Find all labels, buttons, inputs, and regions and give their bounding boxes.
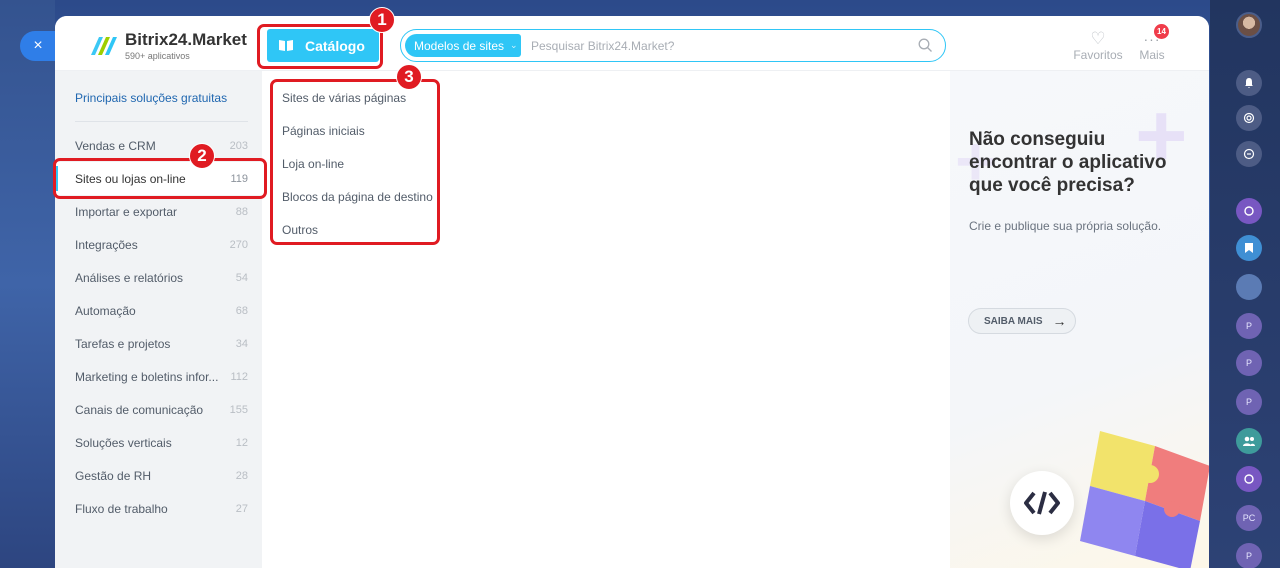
- category-sidebar: Principais soluções gratuitas Vendas e C…: [55, 71, 262, 568]
- background-left: [0, 0, 55, 568]
- sidebar-item-hr[interactable]: Gestão de RH 28: [55, 459, 262, 492]
- annotation-box-submenu: [270, 79, 440, 245]
- favorites-button[interactable]: ♡ Favoritos: [1073, 29, 1123, 63]
- sidebar-item-integrations[interactable]: Integrações 270: [55, 228, 262, 261]
- search-select-label: Modelos de sites: [414, 38, 505, 53]
- sidebar-item-channels[interactable]: Canais de comunicação 155: [55, 393, 262, 426]
- free-solutions-link[interactable]: Principais soluções gratuitas: [75, 91, 227, 105]
- sidebar-item-label: Marketing e boletins infor...: [75, 369, 219, 384]
- right-rail: P P P PC P: [1210, 0, 1280, 568]
- close-icon: ×: [33, 37, 43, 54]
- annotation-number: 1: [369, 7, 395, 33]
- arrow-right-icon: →: [1052, 313, 1067, 329]
- code-icon: [1010, 471, 1074, 535]
- sidebar-item-import-export[interactable]: Importar e exportar 88: [55, 195, 262, 228]
- header: Bitrix24.Market 590+ aplicativos Catálog…: [55, 16, 1209, 71]
- sidebar-item-count: 203: [229, 139, 248, 152]
- search-type-select[interactable]: Modelos de sites ⌄: [405, 34, 521, 57]
- user-avatar[interactable]: [1236, 12, 1262, 38]
- sidebar-item-vertical[interactable]: Soluções verticais 12: [55, 426, 262, 459]
- contact-avatar-p[interactable]: P: [1236, 389, 1262, 415]
- annotation-number: 3: [396, 64, 422, 90]
- sidebar-item-count: 34: [235, 337, 248, 350]
- bitrix-market-logo-icon: [91, 37, 117, 55]
- chat-icon[interactable]: [1236, 141, 1262, 167]
- search-bar: Modelos de sites ⌄: [400, 29, 946, 62]
- sidebar-item-automation[interactable]: Automação 68: [55, 294, 262, 327]
- search-input[interactable]: [531, 36, 911, 56]
- search-icon[interactable]: [918, 38, 933, 53]
- sidebar-divider: [75, 121, 248, 122]
- group-avatar[interactable]: [1236, 274, 1262, 300]
- sidebar-item-count: 68: [235, 304, 248, 317]
- sidebar-item-label: Gestão de RH: [75, 468, 152, 483]
- favorites-label: Favoritos: [1073, 48, 1123, 62]
- sidebar-item-label: Vendas e CRM: [75, 138, 156, 153]
- app-subtitle: 590+ aplicativos: [125, 51, 190, 61]
- sidebar-item-count: 54: [235, 271, 248, 284]
- activity-icon[interactable]: [1236, 105, 1262, 131]
- contact-avatar-pc[interactable]: PC: [1236, 505, 1262, 531]
- copilot-icon[interactable]: [1236, 198, 1262, 224]
- notification-badge: 14: [1154, 24, 1169, 39]
- sidebar-item-workflow[interactable]: Fluxo de trabalho 27: [55, 492, 262, 525]
- sidebar-item-count: 88: [235, 205, 248, 218]
- sidebar-item-analytics[interactable]: Análises e relatórios 54: [55, 261, 262, 294]
- annotation-number: 2: [189, 143, 215, 169]
- promo-title: Não conseguiu encontrar o aplicativo que…: [969, 129, 1167, 196]
- sidebar-item-label: Análises e relatórios: [75, 270, 184, 285]
- sidebar-item-marketing[interactable]: Marketing e boletins infor... 112: [55, 360, 262, 393]
- close-button[interactable]: ×: [20, 31, 56, 61]
- sidebar-item-count: 270: [229, 238, 248, 251]
- puzzle-illustration: [1080, 431, 1209, 568]
- annotation-box-catalog: [257, 24, 383, 69]
- sidebar-item-label: Canais de comunicação: [75, 402, 204, 417]
- contact-avatar-p[interactable]: P: [1236, 350, 1262, 376]
- more-label: Mais: [1139, 48, 1165, 62]
- sidebar-item-label: Tarefas e projetos: [75, 336, 171, 351]
- sidebar-item-label: Fluxo de trabalho: [75, 501, 168, 516]
- sidebar-item-label: Automação: [75, 303, 136, 318]
- sidebar-item-count: 155: [229, 403, 248, 416]
- learn-more-button[interactable]: SAIBA MAIS →: [968, 308, 1076, 334]
- sidebar-item-label: Integrações: [75, 237, 138, 252]
- sidebar-item-label: Importar e exportar: [75, 204, 178, 219]
- bookmark-icon[interactable]: [1236, 235, 1262, 261]
- sidebar-item-count: 112: [230, 370, 248, 383]
- promo-panel: + + Não conseguiu encontrar o aplicativo…: [950, 71, 1209, 568]
- annotation-box-sites: [53, 158, 267, 199]
- sidebar-item-label: Soluções verticais: [75, 435, 172, 450]
- more-button[interactable]: ··· 14 Mais: [1135, 24, 1169, 62]
- sidebar-item-count: 27: [235, 502, 248, 515]
- bell-icon[interactable]: [1236, 70, 1262, 96]
- sidebar-item-tasks-projects[interactable]: Tarefas e projetos 34: [55, 327, 262, 360]
- chevron-down-icon: ⌄: [510, 40, 518, 50]
- sidebar-item-count: 12: [235, 436, 248, 449]
- users-icon[interactable]: [1236, 428, 1262, 454]
- market-window: Bitrix24.Market 590+ aplicativos Catálog…: [55, 16, 1209, 568]
- learn-more-label: SAIBA MAIS: [984, 315, 1043, 327]
- promo-text: Crie e publique sua própria solução.: [969, 219, 1162, 233]
- contact-avatar-p[interactable]: P: [1236, 313, 1262, 339]
- copilot-icon[interactable]: [1236, 466, 1262, 492]
- contact-avatar-p[interactable]: P: [1236, 543, 1262, 568]
- sidebar-item-count: 28: [235, 469, 248, 482]
- heart-icon: ♡: [1090, 29, 1106, 48]
- app-title: Bitrix24.Market: [125, 30, 247, 49]
